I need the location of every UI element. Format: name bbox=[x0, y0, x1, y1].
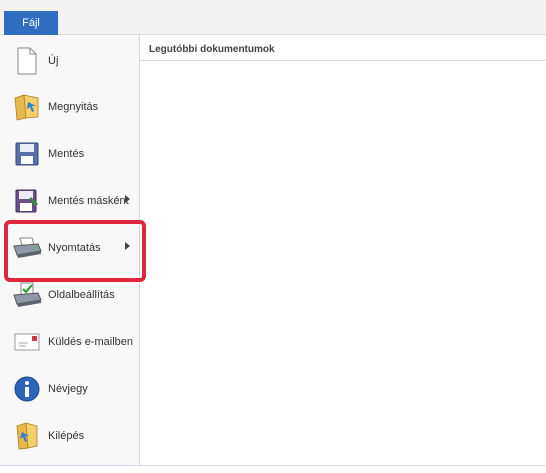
file-menu: Új Megnyitás Mentés Mentés másként Nyomt… bbox=[0, 35, 140, 465]
menu-item-new[interactable]: Új bbox=[4, 39, 138, 83]
menu-item-label: Mentés másként bbox=[48, 195, 129, 207]
submenu-arrow-icon bbox=[125, 195, 130, 203]
menu-item-label: Új bbox=[48, 55, 59, 67]
submenu-arrow-icon bbox=[125, 242, 130, 250]
menu-item-label: Mentés bbox=[48, 148, 85, 160]
menu-item-open[interactable]: Megnyitás bbox=[4, 85, 138, 129]
exit-icon bbox=[12, 421, 42, 451]
page-setup-icon bbox=[12, 280, 42, 310]
recent-documents-pane: Legutóbbi dokumentumok bbox=[140, 35, 546, 465]
info-icon bbox=[12, 374, 42, 404]
menu-item-label: Oldalbeállítás bbox=[48, 289, 115, 301]
menu-item-exit[interactable]: Kilépés bbox=[4, 414, 138, 458]
divider bbox=[0, 465, 546, 466]
menu-item-label: Kilépés bbox=[48, 430, 85, 442]
menu-item-label: Megnyitás bbox=[48, 101, 99, 113]
menu-item-save[interactable]: Mentés bbox=[4, 132, 138, 176]
save-as-icon bbox=[12, 186, 42, 216]
ribbon-bar: Fájl bbox=[0, 0, 546, 35]
new-document-icon bbox=[12, 46, 42, 76]
menu-item-label: Nyomtatás bbox=[48, 242, 101, 254]
menu-item-send-email[interactable]: Küldés e-mailben bbox=[4, 320, 138, 364]
menu-item-save-as[interactable]: Mentés másként bbox=[4, 179, 138, 223]
open-folder-icon bbox=[12, 92, 42, 122]
file-tab[interactable]: Fájl bbox=[4, 11, 58, 35]
menu-item-page-setup[interactable]: Oldalbeállítás bbox=[4, 273, 138, 317]
recent-documents-title: Legutóbbi dokumentumok bbox=[149, 44, 275, 55]
email-icon bbox=[12, 327, 42, 357]
printer-icon bbox=[12, 233, 42, 263]
divider bbox=[140, 60, 546, 61]
save-disk-icon bbox=[12, 139, 42, 169]
menu-item-about[interactable]: Névjegy bbox=[4, 367, 138, 411]
menu-item-label: Küldés e-mailben bbox=[48, 336, 133, 348]
menu-item-label: Névjegy bbox=[48, 383, 88, 395]
menu-item-print[interactable]: Nyomtatás bbox=[4, 226, 138, 270]
